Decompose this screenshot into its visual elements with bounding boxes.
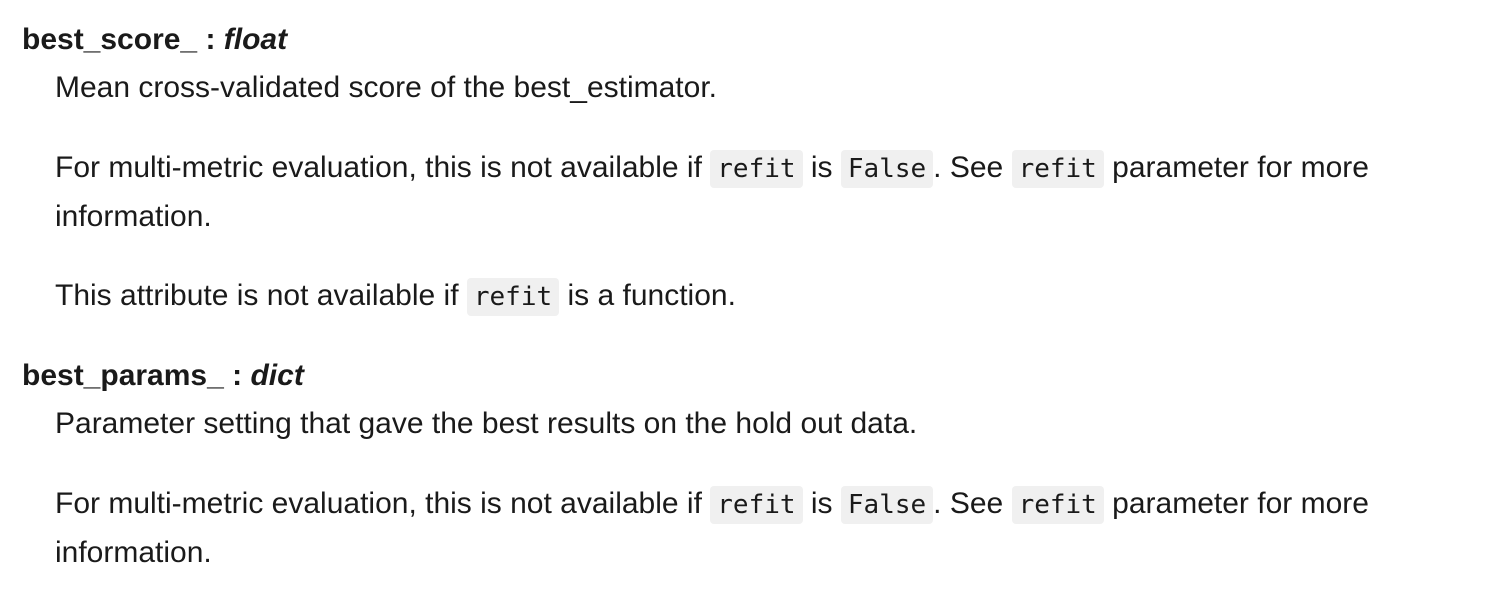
attributes-doc: best_score_ : float Mean cross-validated… <box>0 0 1512 606</box>
code-false: False <box>840 486 934 524</box>
code-refit: refit <box>1011 486 1104 524</box>
type-separator: : <box>197 23 224 56</box>
attribute-name: best_params_ <box>22 359 224 392</box>
multi-metric-note: For multi-metric evaluation, this is not… <box>55 486 1369 569</box>
code-refit: refit <box>710 150 803 188</box>
attribute-type: float <box>223 23 288 56</box>
code-false: False <box>840 150 934 188</box>
code-refit: refit <box>710 486 803 524</box>
attribute-name: best_score_ <box>22 23 198 56</box>
code-refit: refit <box>466 278 560 316</box>
attribute-summary: Parameter setting that gave the best res… <box>55 407 918 440</box>
function-note: This attribute is not available if refit… <box>55 272 1495 321</box>
attribute-summary: Mean cross-validated score of the best_e… <box>55 71 717 104</box>
attribute-type: dict <box>250 359 304 392</box>
attribute-term-best-score: best_score_ : float <box>22 20 287 60</box>
type-separator: : <box>223 359 251 392</box>
multi-metric-note: For multi-metric evaluation, this is not… <box>55 150 1369 233</box>
code-refit: refit <box>1011 150 1104 188</box>
attribute-term-best-params: best_params_ : dict <box>22 356 304 396</box>
